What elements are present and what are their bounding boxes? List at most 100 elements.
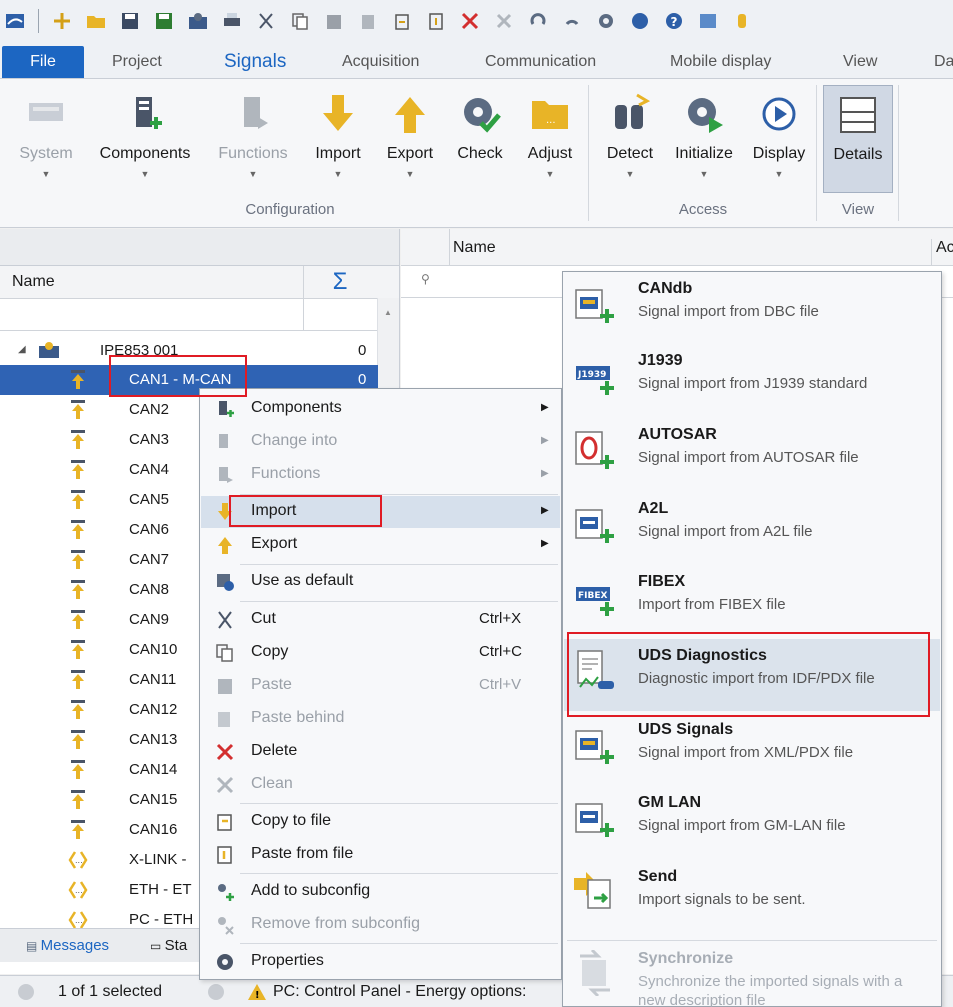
menu-item-remove-from-subconfig[interactable]: Remove from subconfig <box>201 909 560 941</box>
tab-acquisition[interactable]: Acquisition <box>336 46 425 78</box>
menu-item-paste[interactable]: Paste Ctrl+V <box>201 670 560 702</box>
filter-pin-icon[interactable]: ⚲ <box>421 272 430 286</box>
can-node-icon <box>68 609 88 631</box>
tree-column-sum[interactable]: Σ <box>303 266 376 298</box>
candb-file-icon <box>575 289 614 323</box>
clean-icon[interactable] <box>493 10 515 32</box>
components-icon <box>219 401 234 417</box>
tree-item-label: PC - ETH <box>129 911 194 928</box>
menu-item-paste-behind[interactable]: Paste behind <box>201 703 560 735</box>
tab-communication[interactable]: Communication <box>479 46 602 78</box>
import-item-fibex[interactable]: FIBEX FIBEX Import from FIBEX file <box>564 565 940 637</box>
menu-item-paste-from-file[interactable]: Paste from file <box>201 839 560 871</box>
clean-icon <box>216 776 234 794</box>
tab-file[interactable]: File <box>2 46 84 78</box>
components-button[interactable]: Components ▼ <box>90 85 200 193</box>
tab-messages[interactable]: ▤ Messages <box>26 929 109 963</box>
import-item-j1939[interactable]: J1939 J1939 Signal import from J1939 sta… <box>564 344 940 416</box>
import-button[interactable]: Import ▼ <box>304 85 372 193</box>
menu-item-add-to-subconfig[interactable]: Add to subconfig <box>201 876 560 908</box>
paste-icon[interactable] <box>323 10 345 32</box>
warning-status[interactable]: PC: Control Panel - Energy options: <box>273 983 526 1001</box>
tab-view[interactable]: View <box>837 46 883 78</box>
menu-item-functions[interactable]: Functions ▶ <box>201 459 560 491</box>
menu-item-change-into[interactable]: Change into ▶ <box>201 426 560 458</box>
nav-forward-icon[interactable] <box>208 984 224 1000</box>
settings-icon[interactable] <box>595 10 617 32</box>
menu-item-use-as-default[interactable]: Use as default <box>201 566 560 598</box>
nav-back-icon[interactable] <box>18 984 34 1000</box>
menu-item-copy[interactable]: Copy Ctrl+C <box>201 637 560 669</box>
import-item-a2l[interactable]: A2L Signal import from A2L file <box>564 492 940 564</box>
tab-da[interactable]: Da <box>928 46 953 78</box>
app-logo-icon[interactable] <box>4 10 26 32</box>
menu-item-cut[interactable]: Cut Ctrl+X <box>201 604 560 636</box>
grid-header: Name Ac <box>401 229 953 266</box>
print-icon[interactable] <box>221 10 243 32</box>
cut-icon[interactable] <box>255 10 277 32</box>
status-tab-icon: ▭ <box>150 939 165 953</box>
initialize-button[interactable]: Initialize ▼ <box>668 85 740 193</box>
scroll-up-icon[interactable]: ▲ <box>384 308 392 317</box>
ribbon: System ▼ Components ▼ Functions ▼ Import… <box>0 78 953 228</box>
detect-button[interactable]: Detect ▼ <box>596 85 664 193</box>
import-item-send[interactable]: Send Import signals to be sent. <box>564 860 940 932</box>
copy-icon[interactable] <box>289 10 311 32</box>
tab-status[interactable]: ▭ Sta <box>150 929 187 963</box>
menu-item-delete[interactable]: Delete <box>201 736 560 768</box>
grid-column-ac[interactable]: Ac <box>931 239 953 265</box>
help-icon[interactable]: ? <box>663 10 685 32</box>
check-button[interactable]: Check <box>448 85 512 193</box>
tree-item-label: CAN11 <box>129 671 177 688</box>
menu-item-properties[interactable]: Properties <box>201 946 560 978</box>
system-button[interactable]: System ▼ <box>8 85 84 193</box>
import-item-gm-lan[interactable]: GM LAN Signal import from GM-LAN file <box>564 786 940 858</box>
menu-item-components[interactable]: Components ▶ <box>201 393 560 425</box>
save-icon[interactable] <box>119 10 141 32</box>
hand-icon[interactable] <box>731 10 753 32</box>
use-as-default-icon <box>217 574 234 591</box>
can-node-icon <box>68 489 88 511</box>
functions-button[interactable]: Functions ▼ <box>208 85 298 193</box>
menu-item-clean[interactable]: Clean <box>201 769 560 801</box>
paste-from-file-icon[interactable] <box>425 10 447 32</box>
tab-mobile-display[interactable]: Mobile display <box>664 46 777 78</box>
menu-item-import[interactable]: Import ▶ <box>201 496 560 528</box>
export-button[interactable]: Export ▼ <box>376 85 444 193</box>
paste-behind-icon[interactable] <box>357 10 379 32</box>
svg-text:J1939: J1939 <box>577 370 606 380</box>
tools-icon[interactable] <box>629 10 651 32</box>
display-button[interactable]: Display ▼ <box>746 85 812 193</box>
open-folder-icon[interactable] <box>85 10 107 32</box>
add-to-subconfig-icon <box>218 884 234 901</box>
grid-column-name[interactable]: Name <box>453 239 496 257</box>
menu-item-export[interactable]: Export ▶ <box>201 529 560 561</box>
tree-item-root[interactable]: IPE853 001 0 ◢ <box>0 336 378 366</box>
import-item-autosar[interactable]: AUTOSAR Signal import from AUTOSAR file <box>564 418 940 490</box>
can-node-icon <box>68 579 88 601</box>
undo-icon[interactable] <box>527 10 549 32</box>
functions-icon <box>244 97 268 129</box>
adjust-button[interactable]: ... Adjust ▼ <box>518 85 582 193</box>
redo-icon[interactable] <box>561 10 583 32</box>
menu-item-copy-to-file[interactable]: Copy to file <box>201 806 560 838</box>
new-icon[interactable] <box>51 10 73 32</box>
tree-item-label: CAN4 <box>129 461 170 478</box>
import-item-uds-diagnostics[interactable]: UDS Diagnostics Diagnostic import from I… <box>564 639 940 711</box>
save-as-icon[interactable] <box>153 10 175 32</box>
import-item-uds-signals[interactable]: UDS Signals Signal import from XML/PDX f… <box>564 713 940 785</box>
import-item-candb[interactable]: CANdb Signal import from DBC file <box>564 272 940 344</box>
collapse-arrow-icon[interactable]: ◢ <box>18 344 26 355</box>
tab-signals[interactable]: Signals <box>218 46 292 78</box>
group-label-configuration: Configuration <box>245 201 335 218</box>
tree-column-name[interactable]: Name <box>12 273 55 291</box>
image-icon[interactable] <box>697 10 719 32</box>
details-button[interactable]: Details <box>823 85 893 193</box>
can-node-icon <box>68 369 88 391</box>
tree-filter-row[interactable] <box>0 299 399 331</box>
tab-project[interactable]: Project <box>106 46 168 78</box>
copy-to-file-icon[interactable] <box>391 10 413 32</box>
delete-icon[interactable] <box>459 10 481 32</box>
import-item-synchronize[interactable]: Synchronize Synchronize the imported sig… <box>564 942 940 1007</box>
auto-icon[interactable] <box>187 10 209 32</box>
